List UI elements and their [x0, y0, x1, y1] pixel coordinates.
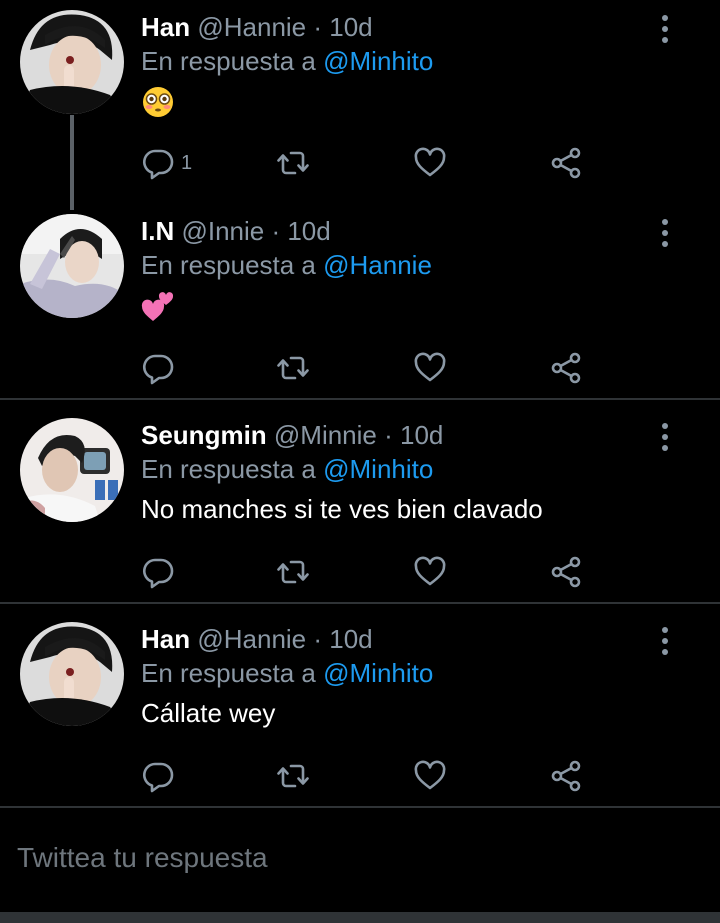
more-vertical-icon[interactable]: [652, 624, 678, 658]
reply-mention-link[interactable]: @Minhito: [323, 658, 433, 688]
avatar[interactable]: [20, 214, 124, 318]
reply-mention-link[interactable]: @Hannie: [323, 250, 432, 280]
reply-count: 1: [181, 151, 193, 174]
retweet-button[interactable]: [276, 756, 310, 796]
more-vertical-icon[interactable]: [652, 420, 678, 454]
retweet-button[interactable]: [276, 348, 310, 388]
avatar[interactable]: [20, 10, 124, 114]
reply-mention-link[interactable]: @Minhito: [323, 454, 433, 484]
like-button[interactable]: [413, 348, 447, 388]
like-button[interactable]: [413, 552, 447, 592]
tweet-divider: [0, 806, 720, 808]
reply-icon: [141, 351, 175, 385]
share-icon: [549, 146, 583, 180]
tweet-actions: [0, 348, 720, 388]
display-name[interactable]: Han: [141, 12, 190, 42]
retweet-icon: [276, 759, 310, 793]
share-button[interactable]: [549, 143, 583, 183]
retweet-icon: [276, 555, 310, 589]
tweet-actions: [0, 552, 720, 592]
reply-icon: [141, 555, 175, 589]
handle-and-time: @Hannie · 10d: [190, 624, 373, 654]
tweet-text: No manches si te ves bien clavado: [141, 494, 543, 524]
reply-mention-link[interactable]: @Minhito: [323, 46, 433, 76]
tweet[interactable]: I.N @Innie · 10d En respuesta a @Hannie: [0, 204, 720, 398]
avatar[interactable]: [20, 622, 124, 726]
like-button[interactable]: [413, 756, 447, 796]
share-icon: [549, 759, 583, 793]
reply-button[interactable]: [141, 348, 175, 388]
tweet-header: Han @Hannie · 10d: [141, 622, 373, 656]
tweet-header: I.N @Innie · 10d: [141, 214, 331, 248]
reply-context: En respuesta a @Minhito: [141, 656, 433, 690]
share-icon: [549, 351, 583, 385]
reply-icon: [141, 759, 175, 793]
reply-prefix: En respuesta a: [141, 454, 324, 484]
like-icon: [413, 759, 447, 793]
tweet-header: Han @Hannie · 10d: [141, 10, 373, 44]
like-button[interactable]: [413, 143, 447, 183]
tweet-divider: [0, 602, 720, 604]
reply-button[interactable]: [141, 756, 175, 796]
tweet-actions: [0, 756, 720, 796]
reply-context: En respuesta a @Hannie: [141, 248, 432, 282]
tweet[interactable]: Han @Hannie · 10d En respuesta a @Minhit…: [0, 612, 720, 806]
more-vertical-icon[interactable]: [652, 12, 678, 46]
tweet-divider: [0, 398, 720, 400]
tweet[interactable]: Seungmin @Minnie · 10d En respuesta a @M…: [0, 408, 720, 602]
share-icon: [549, 555, 583, 589]
like-icon: [413, 146, 447, 180]
reply-button[interactable]: [141, 552, 175, 592]
avatar[interactable]: [20, 418, 124, 522]
handle-and-time: @Innie · 10d: [174, 216, 331, 246]
reply-button[interactable]: 1: [141, 143, 192, 183]
retweet-button[interactable]: [276, 552, 310, 592]
tweet-actions: 1: [0, 143, 720, 183]
reply-context: En respuesta a @Minhito: [141, 452, 433, 486]
tweet-header: Seungmin @Minnie · 10d: [141, 418, 443, 452]
display-name[interactable]: I.N: [141, 216, 174, 246]
reply-icon: [141, 146, 175, 180]
retweet-icon: [276, 351, 310, 385]
two-hearts-emoji: [141, 292, 174, 321]
retweet-icon: [276, 146, 310, 180]
reply-prefix: En respuesta a: [141, 658, 324, 688]
tweet-text: Cállate wey: [141, 698, 276, 728]
handle-and-time: @Minnie · 10d: [266, 420, 444, 450]
reply-context: En respuesta a @Minhito: [141, 44, 433, 78]
tweet[interactable]: Han @Hannie · 10d En respuesta a @Minhit…: [0, 0, 720, 200]
retweet-button[interactable]: [276, 143, 310, 183]
display-name[interactable]: Han: [141, 624, 190, 654]
handle-and-time: @Hannie · 10d: [190, 12, 373, 42]
reply-prefix: En respuesta a: [141, 250, 324, 280]
flushed-face-emoji: [143, 87, 173, 117]
share-button[interactable]: [549, 756, 583, 796]
bottom-bar: [0, 912, 720, 923]
reply-composer-input[interactable]: Twittea tu respuesta: [17, 838, 268, 878]
more-vertical-icon[interactable]: [652, 216, 678, 250]
like-icon: [413, 351, 447, 385]
display-name[interactable]: Seungmin: [141, 420, 267, 450]
share-button[interactable]: [549, 552, 583, 592]
reply-prefix: En respuesta a: [141, 46, 324, 76]
share-button[interactable]: [549, 348, 583, 388]
like-icon: [413, 555, 447, 589]
